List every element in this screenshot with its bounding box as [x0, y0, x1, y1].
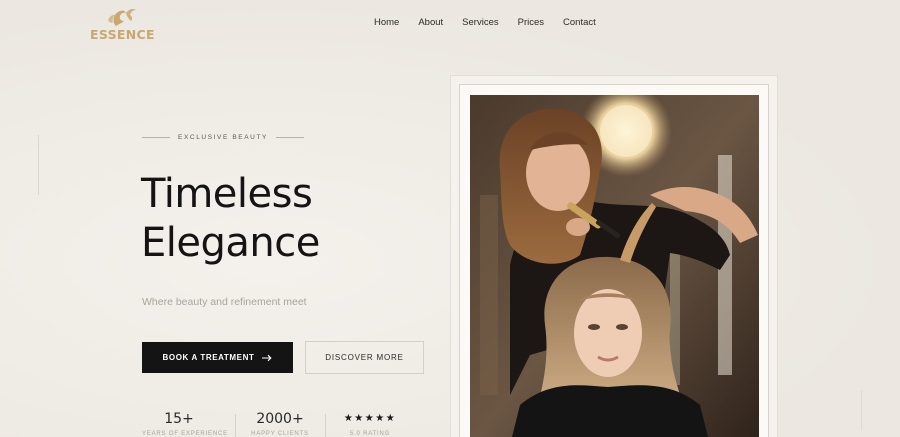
eyebrow-text: EXCLUSIVE BEAUTY: [178, 134, 268, 141]
stat-clients: 2000+ HAPPY CLIENTS: [248, 411, 312, 437]
eyebrow-line-left: [142, 137, 171, 138]
decor-line-left: [38, 135, 39, 195]
hero-subtitle: Where beauty and refinement meet: [142, 296, 307, 308]
woman-silhouette-icon: [108, 9, 136, 26]
decor-line-right: [861, 390, 862, 430]
hero-eyebrow: EXCLUSIVE BEAUTY: [142, 134, 304, 141]
nav-about[interactable]: About: [418, 17, 443, 28]
stat-experience: 15+ YEARS OF EXPERIENCE: [142, 411, 228, 437]
nav-home[interactable]: Home: [374, 17, 399, 28]
arrow-right-icon: [262, 354, 273, 361]
main-nav: Home About Services Prices Contact: [374, 17, 596, 28]
stat-clients-label: HAPPY CLIENTS: [251, 431, 309, 437]
stat-experience-value: 15+: [164, 411, 194, 427]
book-treatment-label: BOOK A TREATMENT: [162, 353, 255, 362]
rating-stars-icon: ★★★★★: [343, 413, 397, 424]
salon-photo-illustration: [470, 95, 759, 437]
book-treatment-button[interactable]: BOOK A TREATMENT: [142, 342, 293, 373]
nav-prices[interactable]: Prices: [518, 17, 544, 28]
eyebrow-line-right: [275, 137, 304, 138]
brand-logo[interactable]: ESSENCE: [90, 6, 155, 42]
nav-services[interactable]: Services: [462, 17, 498, 28]
brand-name: ESSENCE: [90, 27, 155, 42]
headline-line-1: Timeless: [141, 171, 313, 217]
nav-contact[interactable]: Contact: [563, 17, 596, 28]
stat-rating: ★★★★★ 5.0 RATING: [338, 411, 402, 437]
stat-rating-label: 5.0 RATING: [349, 431, 391, 437]
hero-headline: Timeless Elegance: [141, 170, 320, 268]
stat-divider: [325, 414, 326, 437]
hero-photo: [470, 95, 759, 437]
stat-clients-value: 2000+: [256, 411, 304, 427]
discover-more-button[interactable]: DISCOVER MORE: [305, 341, 424, 374]
headline-line-2: Elegance: [141, 220, 320, 266]
stat-experience-label: YEARS OF EXPERIENCE: [142, 431, 228, 437]
stat-divider: [235, 414, 236, 437]
